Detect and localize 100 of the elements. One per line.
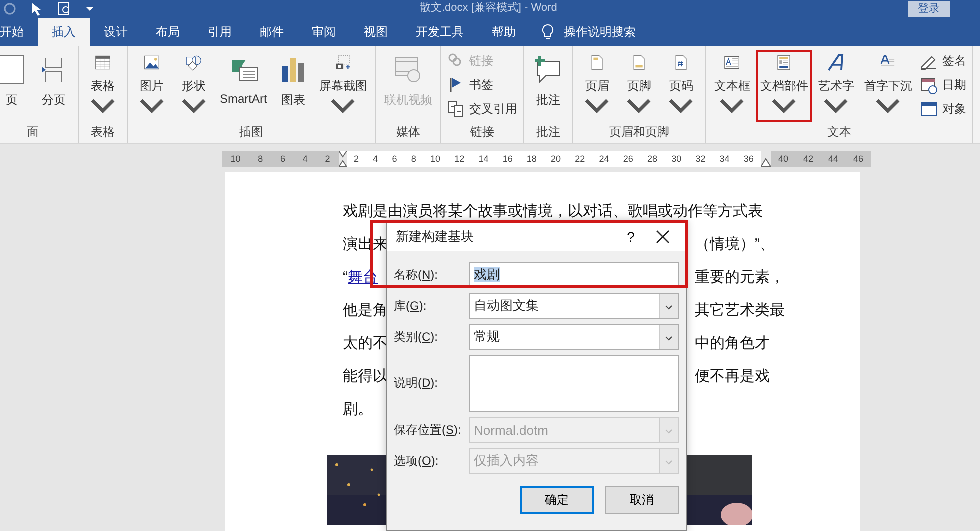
ribbon-button[interactable]: 页眉 (577, 50, 618, 122)
ribbon-tab[interactable]: 引用 (194, 18, 246, 46)
tell-me-search[interactable]: 操作说明搜索 (564, 24, 636, 40)
ruler-number: 36 (744, 154, 754, 164)
calendar-icon (920, 76, 938, 94)
ribbon-button[interactable]: 书签 (445, 74, 520, 96)
ruler-number: 34 (720, 154, 730, 164)
ribbon-button[interactable]: 对象 (918, 98, 968, 120)
ruler-number: 6 (280, 154, 286, 164)
caret-icon (665, 460, 673, 464)
group-label: 面 (26, 124, 40, 141)
ribbon-button[interactable]: 文本框 (710, 50, 754, 122)
caret-icon[interactable] (86, 6, 94, 12)
ribbon-tab[interactable]: 布局 (142, 18, 194, 46)
dropdown-field[interactable]: 自动图文集 (469, 293, 679, 319)
ribbon-tab[interactable]: 审阅 (298, 18, 350, 46)
ruler-number: 12 (454, 154, 465, 164)
ribbon-tab[interactable]: 邮件 (246, 18, 298, 46)
ribbon-button[interactable]: 首字下沉 (860, 50, 916, 122)
caret-icon (665, 428, 673, 434)
ruler-number: 8 (258, 154, 264, 164)
paragraph-text: 他是角 (343, 301, 388, 320)
ruler-number: 6 (392, 154, 398, 164)
close-icon (656, 230, 670, 244)
ruler-number: 4 (373, 154, 378, 164)
ruler-number: 20 (551, 154, 562, 164)
caret-icon (665, 336, 673, 340)
ruler-number: 22 (575, 154, 586, 164)
ribbon-tab[interactable]: 插入 (38, 18, 90, 46)
dialog-button[interactable]: 确定 (520, 486, 594, 514)
redo-icon[interactable] (4, 3, 16, 15)
ruler-number: 18 (526, 154, 537, 164)
paragraph-text: 重要的元素， (695, 268, 785, 287)
login-button[interactable]: 登录 (908, 1, 950, 17)
ruler-number: 4 (302, 154, 308, 164)
ribbon-tab[interactable]: 帮助 (478, 18, 530, 46)
paragraph-text: 便不再是戏 (695, 367, 770, 386)
help-button[interactable]: ? (616, 228, 646, 246)
ribbon-tab[interactable]: 视图 (350, 18, 402, 46)
group-label: 插图 (238, 124, 265, 141)
ribbon-tab[interactable]: 设计 (90, 18, 142, 46)
field-label: 保存位置(S): (394, 422, 462, 438)
group-label: 文本 (826, 124, 852, 141)
ribbon-button[interactable]: 日期 (918, 74, 968, 96)
ribbon-button[interactable]: 页码 (661, 50, 702, 122)
paragraph-text: 戏剧是由演员将某个故事或情境，以对话、歌唱或动作等方式表 (343, 202, 763, 221)
ribbon-button[interactable]: 文档部件 (756, 50, 812, 122)
ribbon-button[interactable]: 图表 (273, 50, 314, 122)
ruler-number: 2 (325, 154, 330, 164)
cross-reference-icon (447, 100, 466, 118)
dialog-button[interactable]: 取消 (605, 486, 679, 514)
field-label: 说明(D): (394, 375, 440, 392)
field-label: 选项(O): (394, 452, 440, 470)
ribbon-button[interactable]: 页 (0, 50, 32, 122)
ruler-number: 14 (478, 154, 489, 164)
group-label: 表格 (90, 124, 116, 141)
caret-icon (665, 304, 673, 310)
ribbon-button[interactable]: 表格 (83, 50, 123, 122)
ribbon-tab[interactable]: 开发工具 (402, 18, 478, 46)
paragraph-text: 剧。 (343, 400, 373, 419)
group-label: 批注 (535, 124, 562, 141)
ribbon-button[interactable]: 图片 (132, 50, 172, 122)
field-label: 类别(C): (394, 328, 440, 346)
ribbon-button[interactable]: 分页 (34, 50, 74, 122)
window-title: 散文.docx [兼容模式] - Word (420, 2, 558, 15)
paragraph-text: 中的角色才 (695, 334, 770, 353)
ribbon-button[interactable]: SmartArt (216, 50, 272, 122)
ruler-number: 24 (599, 154, 610, 164)
lightbulb-icon (542, 24, 554, 40)
dropdown-field[interactable]: 常规 (469, 324, 679, 350)
description-field[interactable] (469, 355, 679, 412)
ribbon-button[interactable]: 形状 (174, 50, 214, 122)
group-label: 链接 (469, 124, 496, 141)
ruler-number: 2 (354, 154, 360, 164)
ruler-number: 16 (502, 154, 513, 164)
ribbon-tab[interactable]: 开始 (0, 18, 38, 46)
ribbon-button[interactable]: 屏幕截图 (315, 50, 372, 122)
ribbon-button[interactable]: 艺术字 (814, 50, 858, 122)
field-label: 名称(N): (394, 266, 440, 284)
ruler-number: 44 (828, 154, 838, 164)
ribbon-button[interactable]: 签名 (918, 50, 968, 72)
ruler-number: 10 (430, 154, 440, 164)
print-preview-icon[interactable] (58, 2, 72, 16)
paragraph-text: （情境）”、 (695, 235, 775, 254)
ruler-number: 8 (411, 154, 416, 164)
ruler-number: 30 (672, 154, 682, 164)
ribbon-button[interactable]: 页脚 (619, 50, 660, 122)
group-label: 媒体 (395, 124, 422, 141)
field-label: 库(G): (394, 298, 428, 314)
ribbon-button[interactable]: 交叉引用 (445, 98, 520, 120)
ruler-number: 10 (230, 154, 241, 164)
ruler-number: 26 (623, 154, 634, 164)
ruler-number: 32 (696, 154, 706, 164)
ruler-number: 28 (647, 154, 658, 164)
paragraph-text: 太的不 (343, 334, 388, 353)
ruler-number: 42 (803, 154, 814, 164)
ribbon-button[interactable]: 批注 (528, 50, 568, 122)
group-label: 页眉和页脚 (608, 124, 670, 141)
ruler-number: 46 (853, 154, 864, 164)
ruler-number: 40 (778, 154, 788, 164)
